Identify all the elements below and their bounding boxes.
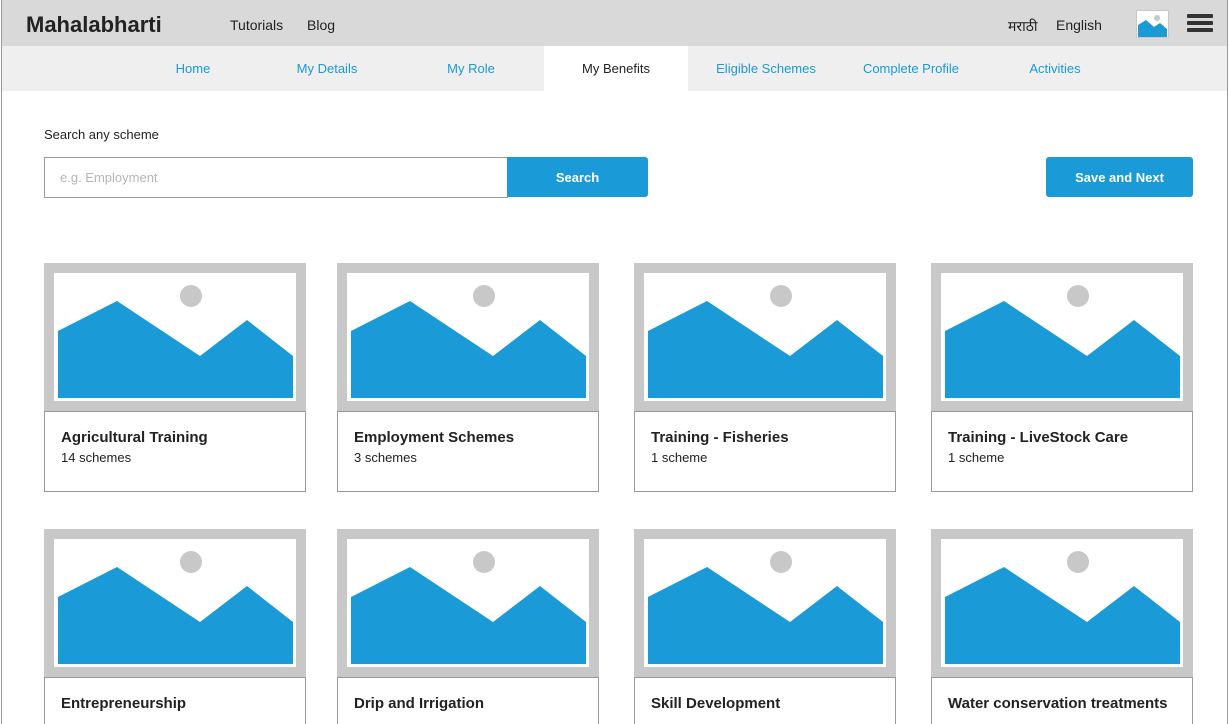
card-image-frame (634, 529, 896, 677)
secondary-nav: Home My Details My Role My Benefits Elig… (2, 46, 1227, 91)
image-placeholder-icon (347, 273, 589, 401)
card-title: Agricultural Training (61, 429, 208, 446)
image-placeholder-icon (644, 273, 886, 401)
scheme-card[interactable]: Skill Development (634, 529, 896, 724)
card-image-frame (931, 529, 1193, 677)
card-scheme-count: 14 schemes (61, 450, 132, 465)
card-body: Employment Schemes 3 schemes (337, 411, 599, 492)
card-image-frame (44, 263, 306, 411)
language-english[interactable]: English (1056, 17, 1102, 33)
card-body: Drip and Irrigation (337, 677, 599, 724)
card-title: Training - LiveStock Care (948, 429, 1129, 446)
scheme-card[interactable]: Agricultural Training 14 schemes (44, 263, 306, 492)
card-title: Drip and Irrigation (354, 695, 485, 712)
app-window: Mahalabharti Tutorials Blog मराठी Englis… (1, 0, 1228, 724)
tab-home[interactable]: Home (143, 46, 243, 91)
card-title: Water conservation treatments (948, 695, 1168, 712)
card-image-frame (337, 263, 599, 411)
nav-link-blog[interactable]: Blog (307, 17, 335, 33)
card-image-frame (44, 529, 306, 677)
brand-logo[interactable]: Mahalabharti (26, 12, 162, 38)
card-image-frame (634, 263, 896, 411)
card-scheme-count: 1 scheme (651, 450, 708, 465)
avatar-image-icon[interactable] (1136, 10, 1169, 38)
card-body: Water conservation treatments (931, 677, 1193, 724)
scheme-card[interactable]: Employment Schemes 3 schemes (337, 263, 599, 492)
card-body: Training - Fisheries 1 scheme (634, 411, 896, 492)
scheme-card[interactable]: Entrepreneurship (44, 529, 306, 724)
card-title: Training - Fisheries (651, 429, 789, 446)
card-title: Skill Development (651, 695, 781, 712)
card-body: Entrepreneurship (44, 677, 306, 724)
language-marathi[interactable]: मराठी (1008, 17, 1037, 36)
scheme-card[interactable]: Water conservation treatments (931, 529, 1193, 724)
save-and-next-button[interactable]: Save and Next (1046, 157, 1193, 197)
hamburger-menu-icon[interactable] (1187, 14, 1213, 36)
scheme-card[interactable]: Drip and Irrigation (337, 529, 599, 724)
image-placeholder-icon (54, 539, 296, 667)
image-placeholder-icon (941, 273, 1183, 401)
scheme-card[interactable]: Training - LiveStock Care 1 scheme (931, 263, 1193, 492)
tab-my-benefits[interactable]: My Benefits (544, 46, 688, 91)
card-title: Employment Schemes (354, 429, 515, 446)
search-label: Search any scheme (44, 127, 159, 142)
card-body: Agricultural Training 14 schemes (44, 411, 306, 492)
card-image-frame (931, 263, 1193, 411)
image-placeholder-icon (347, 539, 589, 667)
scheme-card[interactable]: Training - Fisheries 1 scheme (634, 263, 896, 492)
top-bar: Mahalabharti Tutorials Blog मराठी Englis… (2, 0, 1227, 46)
card-scheme-count: 3 schemes (354, 450, 417, 465)
card-scheme-count: 1 scheme (948, 450, 1005, 465)
tab-my-details[interactable]: My Details (277, 46, 377, 91)
tab-activities[interactable]: Activities (1005, 46, 1105, 91)
search-button[interactable]: Search (507, 157, 648, 197)
search-input[interactable] (44, 157, 508, 198)
card-body: Training - LiveStock Care 1 scheme (931, 411, 1193, 492)
tab-complete-profile[interactable]: Complete Profile (851, 46, 971, 91)
card-body: Skill Development (634, 677, 896, 724)
tab-eligible-schemes[interactable]: Eligible Schemes (706, 46, 826, 91)
card-title: Entrepreneurship (61, 695, 187, 712)
nav-link-tutorials[interactable]: Tutorials (230, 17, 283, 33)
image-placeholder-icon (941, 539, 1183, 667)
image-placeholder-icon (54, 273, 296, 401)
tab-my-role[interactable]: My Role (421, 46, 521, 91)
card-image-frame (337, 529, 599, 677)
image-placeholder-icon (644, 539, 886, 667)
